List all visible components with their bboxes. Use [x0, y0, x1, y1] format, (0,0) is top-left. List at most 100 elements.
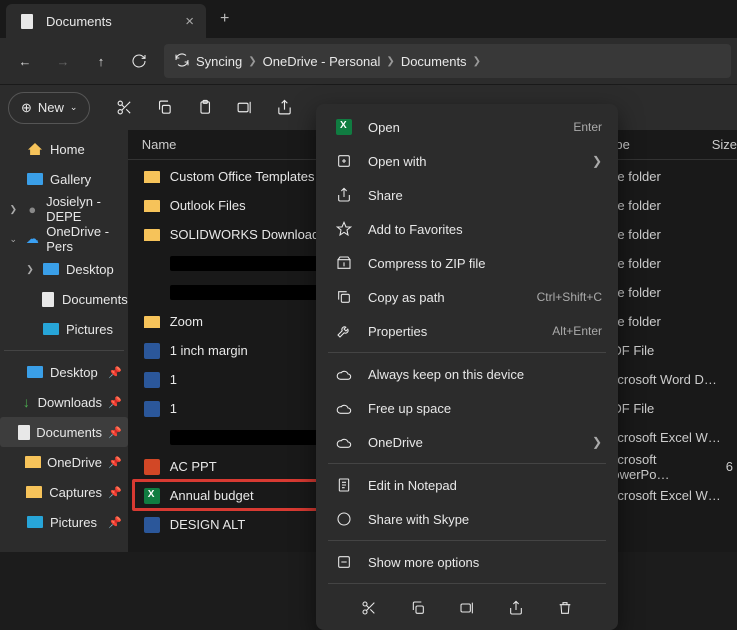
cut-button[interactable] — [104, 88, 144, 128]
sidebar-item-home[interactable]: Home — [0, 134, 128, 164]
share-button[interactable] — [264, 88, 304, 128]
file-type: Microsoft PowerPo… — [604, 452, 726, 482]
sidebar-item-documents[interactable]: Documents📌 — [0, 417, 128, 447]
word-icon — [142, 399, 162, 419]
ctx-favorites[interactable]: Add to Favorites — [320, 212, 614, 246]
sidebar-label: Desktop — [66, 262, 114, 277]
open-with-icon — [332, 153, 356, 169]
ctx-shortcut: Enter — [573, 120, 602, 134]
file-type: File folder — [604, 314, 726, 329]
redact-icon — [142, 428, 162, 448]
delete-icon[interactable] — [551, 594, 579, 622]
chevron-right-icon[interactable]: ❯ — [8, 204, 18, 215]
rename-icon[interactable] — [453, 594, 481, 622]
file-size: 6 — [726, 459, 733, 474]
crumb-documents[interactable]: Documents — [401, 54, 467, 69]
ctx-shortcut: Alt+Enter — [552, 324, 602, 338]
close-tab-icon[interactable]: × — [185, 13, 194, 30]
ctx-divider — [328, 583, 606, 584]
chevron-right-icon: ❯ — [592, 435, 602, 449]
new-button[interactable]: ⊕ New ⌄ — [8, 92, 90, 124]
desktop-icon — [42, 260, 60, 278]
word-icon — [142, 515, 162, 535]
share-icon[interactable] — [502, 594, 530, 622]
breadcrumb[interactable]: Syncing ❯ OneDrive - Personal ❯ Document… — [164, 44, 731, 78]
ctx-divider — [328, 352, 606, 353]
ctx-label: Always keep on this device — [368, 367, 602, 382]
sidebar-label: Pictures — [50, 515, 97, 530]
ctx-onedrive[interactable]: OneDrive❯ — [320, 425, 614, 459]
forward-button[interactable]: → — [44, 42, 82, 80]
ctx-properties[interactable]: PropertiesAlt+Enter — [320, 314, 614, 348]
sidebar-label: Desktop — [50, 365, 98, 380]
paste-button[interactable] — [184, 88, 224, 128]
rename-button[interactable] — [224, 88, 264, 128]
file-type: File folder — [604, 285, 726, 300]
ctx-label: OneDrive — [368, 435, 592, 450]
ctx-open[interactable]: OpenEnter — [320, 110, 614, 144]
ctx-label: Show more options — [368, 555, 602, 570]
redact-icon — [142, 254, 162, 274]
folder-icon — [142, 196, 162, 216]
document-icon — [18, 423, 30, 441]
ctx-label: Compress to ZIP file — [368, 256, 602, 271]
redact-icon — [142, 283, 162, 303]
file-type: File folder — [604, 227, 726, 242]
sidebar-item-pictures[interactable]: Pictures📌 — [0, 507, 128, 537]
crumb-onedrive[interactable]: OneDrive - Personal — [263, 54, 381, 69]
sidebar-item-downloads[interactable]: ↓Downloads📌 — [0, 387, 128, 417]
copy-button[interactable] — [144, 88, 184, 128]
sidebar-item-od-documents[interactable]: Documents — [0, 284, 128, 314]
cut-icon[interactable] — [355, 594, 383, 622]
sidebar-item-josielyn[interactable]: ❯●Josielyn - DEPE — [0, 194, 128, 224]
sidebar-label: Pictures — [66, 322, 113, 337]
pin-icon: 📌 — [108, 426, 122, 439]
sidebar-item-gallery[interactable]: Gallery — [0, 164, 128, 194]
ctx-always-keep[interactable]: Always keep on this device — [320, 357, 614, 391]
ctx-skype[interactable]: Share with Skype — [320, 502, 614, 536]
ctx-open-with[interactable]: Open with❯ — [320, 144, 614, 178]
folder-icon — [142, 225, 162, 245]
chevron-right-icon: ❯ — [386, 56, 394, 67]
download-icon: ↓ — [21, 393, 32, 411]
sidebar-label: Home — [50, 142, 85, 157]
ctx-copy-path[interactable]: Copy as pathCtrl+Shift+C — [320, 280, 614, 314]
chevron-right-icon[interactable]: ❯ — [24, 264, 36, 275]
ctx-share[interactable]: Share — [320, 178, 614, 212]
column-type[interactable]: Type — [602, 137, 712, 152]
sidebar-item-captures[interactable]: Captures📌 — [0, 477, 128, 507]
ctx-divider — [328, 463, 606, 464]
ctx-more-options[interactable]: Show more options — [320, 545, 614, 579]
ctx-notepad[interactable]: Edit in Notepad — [320, 468, 614, 502]
chevron-down-icon[interactable]: ⌄ — [8, 234, 18, 245]
pin-icon: 📌 — [108, 366, 122, 379]
sidebar-item-onedrive[interactable]: OneDrive📌 — [0, 447, 128, 477]
column-size[interactable]: Size — [712, 137, 737, 152]
sidebar-label: Documents — [62, 292, 128, 307]
crumb-syncing[interactable]: Syncing — [196, 54, 242, 69]
excel-icon — [142, 486, 162, 506]
skype-icon — [332, 511, 356, 527]
nav-bar: ← → ↑ Syncing ❯ OneDrive - Personal ❯ Do… — [0, 38, 737, 84]
new-tab-button[interactable]: + — [220, 10, 229, 28]
back-button[interactable]: ← — [6, 42, 44, 80]
tab-label: Documents — [46, 14, 175, 29]
refresh-button[interactable] — [120, 42, 158, 80]
window-tab[interactable]: Documents × — [6, 4, 206, 38]
notepad-icon — [332, 477, 356, 493]
up-button[interactable]: ↑ — [82, 42, 120, 80]
folder-icon — [25, 453, 41, 471]
copy-icon[interactable] — [404, 594, 432, 622]
sidebar-item-od-pictures[interactable]: Pictures — [0, 314, 128, 344]
ctx-free-space[interactable]: Free up space — [320, 391, 614, 425]
sidebar-label: OneDrive — [47, 455, 102, 470]
sidebar-item-onedrive-personal[interactable]: ⌄☁OneDrive - Pers — [0, 224, 128, 254]
ctx-label: Copy as path — [368, 290, 537, 305]
ctx-shortcut: Ctrl+Shift+C — [537, 290, 602, 304]
ctx-compress[interactable]: Compress to ZIP file — [320, 246, 614, 280]
file-type: PDF File — [604, 401, 726, 416]
sidebar-item-desktop[interactable]: Desktop 📌 — [0, 357, 128, 387]
sidebar-item-od-desktop[interactable]: ❯ Desktop — [0, 254, 128, 284]
share-icon — [332, 187, 356, 203]
cloud-check-icon — [332, 366, 356, 382]
